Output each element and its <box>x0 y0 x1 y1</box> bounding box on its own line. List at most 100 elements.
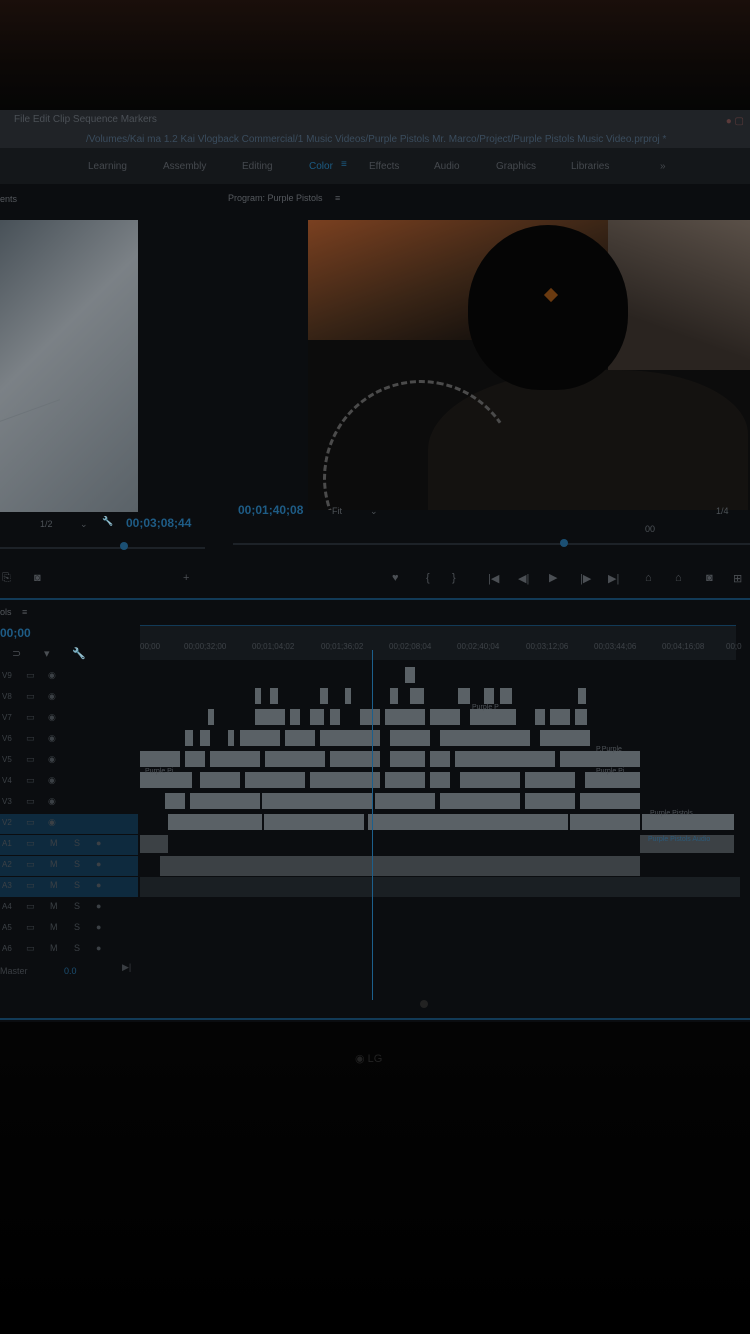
track-header-v9[interactable]: V9 ▭ ◉ <box>0 667 138 687</box>
track-header-a5[interactable]: A5 ▭ M S ● <box>0 919 138 939</box>
source-scrubber[interactable] <box>0 547 205 549</box>
video-clip[interactable] <box>360 709 380 725</box>
video-clip[interactable] <box>245 772 305 788</box>
film-icon[interactable]: ▭ <box>26 670 35 681</box>
video-clip[interactable] <box>525 793 575 809</box>
button-editor-icon[interactable]: ⊞ <box>733 572 742 585</box>
mute-button[interactable]: M <box>50 901 58 911</box>
video-clip[interactable] <box>165 793 185 809</box>
video-clip[interactable] <box>185 751 205 767</box>
source-playhead-knob[interactable] <box>120 542 128 550</box>
workspace-menu-icon[interactable]: ≡ <box>341 159 347 170</box>
video-clip[interactable] <box>310 772 380 788</box>
solo-button[interactable]: S <box>74 838 80 848</box>
microphone-icon[interactable]: ● <box>96 922 101 932</box>
eye-icon[interactable]: ◉ <box>48 796 56 807</box>
solo-button[interactable]: S <box>74 859 80 869</box>
track-header-v4[interactable]: V4 ▭ ◉ <box>0 772 138 792</box>
video-clip[interactable] <box>525 772 575 788</box>
video-clip[interactable] <box>208 709 214 725</box>
film-icon[interactable]: ▭ <box>26 796 35 807</box>
chevron-down-icon[interactable]: ⌄ <box>80 519 88 530</box>
video-clip[interactable] <box>168 814 262 830</box>
video-clip[interactable] <box>458 688 470 704</box>
window-controls[interactable]: ● ▢ <box>726 116 744 127</box>
eye-icon[interactable]: ◉ <box>48 775 56 786</box>
film-icon[interactable]: ▭ <box>26 943 35 954</box>
audio-clip[interactable] <box>140 835 168 853</box>
zoom-scroll-handle[interactable] <box>420 1000 428 1008</box>
video-clip[interactable] <box>185 730 193 746</box>
wrench-icon[interactable]: 🔧 <box>102 516 113 527</box>
go-to-in-icon[interactable]: |◀ <box>488 572 499 585</box>
video-clip[interactable] <box>210 751 260 767</box>
solo-button[interactable]: S <box>74 880 80 890</box>
program-scrubber[interactable] <box>233 543 750 545</box>
film-icon[interactable]: ▭ <box>26 691 35 702</box>
video-clip[interactable] <box>390 751 425 767</box>
film-icon[interactable]: ▭ <box>26 775 35 786</box>
source-panel-label[interactable]: ents <box>0 194 17 204</box>
video-clip[interactable] <box>535 709 545 725</box>
program-playhead-knob[interactable] <box>560 539 568 547</box>
track-header-v8[interactable]: V8 ▭ ◉ <box>0 688 138 708</box>
video-clip[interactable] <box>470 709 516 725</box>
workspace-learning[interactable]: Learning <box>88 161 127 172</box>
export-frame-icon[interactable]: ◙ <box>706 572 713 584</box>
solo-button[interactable]: S <box>74 901 80 911</box>
add-button-icon[interactable]: + <box>183 572 189 584</box>
film-icon[interactable]: ▭ <box>26 922 35 933</box>
workspace-color[interactable]: Color <box>309 161 333 172</box>
track-header-a6[interactable]: A6 ▭ M S ● <box>0 940 138 960</box>
video-clip[interactable] <box>440 730 530 746</box>
master-value[interactable]: 0.0 <box>64 966 77 976</box>
mute-button[interactable]: M <box>50 922 58 932</box>
timeline-playhead[interactable] <box>372 650 373 1000</box>
video-clip[interactable] <box>285 730 315 746</box>
source-timecode[interactable]: 00;03;08;44 <box>126 516 191 530</box>
step-forward-icon[interactable]: |▶ <box>580 572 591 585</box>
video-clip[interactable] <box>440 793 520 809</box>
film-icon[interactable]: ▭ <box>26 901 35 912</box>
workspace-effects[interactable]: Effects <box>369 161 399 172</box>
timeline-panel-label[interactable]: ols <box>0 607 12 617</box>
mute-button[interactable]: M <box>50 859 58 869</box>
microphone-icon[interactable]: ● <box>96 880 101 890</box>
marker-icon[interactable]: ♥ <box>392 572 399 584</box>
video-clip[interactable] <box>320 688 328 704</box>
eye-icon[interactable]: ◉ <box>48 691 56 702</box>
mark-in-icon[interactable]: { <box>426 572 430 584</box>
step-back-icon[interactable]: ◀| <box>518 572 529 585</box>
video-clip[interactable] <box>455 751 555 767</box>
workspace-overflow-icon[interactable]: » <box>660 161 666 172</box>
video-clip[interactable] <box>430 772 450 788</box>
microphone-icon[interactable]: ● <box>96 901 101 911</box>
microphone-icon[interactable]: ● <box>96 943 101 953</box>
eye-icon[interactable]: ◉ <box>48 670 56 681</box>
video-clip[interactable] <box>265 751 325 767</box>
track-header-v2[interactable]: V2 ▭ ◉ <box>0 814 138 834</box>
program-panel-label[interactable]: Program: Purple Pistols <box>228 193 323 203</box>
audio-clip[interactable] <box>160 856 640 876</box>
go-to-out-icon[interactable]: ▶| <box>608 572 619 585</box>
microphone-icon[interactable]: ● <box>96 838 101 848</box>
mute-button[interactable]: M <box>50 943 58 953</box>
camera-icon[interactable]: ◙ <box>34 572 41 584</box>
workspace-graphics[interactable]: Graphics <box>496 161 536 172</box>
film-icon[interactable]: ▭ <box>26 817 35 828</box>
video-clip[interactable] <box>320 730 380 746</box>
video-clip[interactable] <box>368 814 568 830</box>
video-clip[interactable] <box>375 793 435 809</box>
video-clip[interactable] <box>264 814 364 830</box>
video-clip[interactable] <box>578 688 586 704</box>
track-header-a1[interactable]: A1 ▭ M S ● <box>0 835 138 855</box>
solo-button[interactable]: S <box>74 943 80 953</box>
insert-icon[interactable]: ⎘ <box>2 572 11 585</box>
film-icon[interactable]: ▭ <box>26 754 35 765</box>
workspace-libraries[interactable]: Libraries <box>571 161 609 172</box>
video-clip[interactable] <box>262 793 372 809</box>
video-clip[interactable] <box>550 709 570 725</box>
video-clip[interactable] <box>590 751 640 767</box>
video-clip[interactable] <box>190 793 260 809</box>
mark-out-icon[interactable]: } <box>452 572 456 584</box>
